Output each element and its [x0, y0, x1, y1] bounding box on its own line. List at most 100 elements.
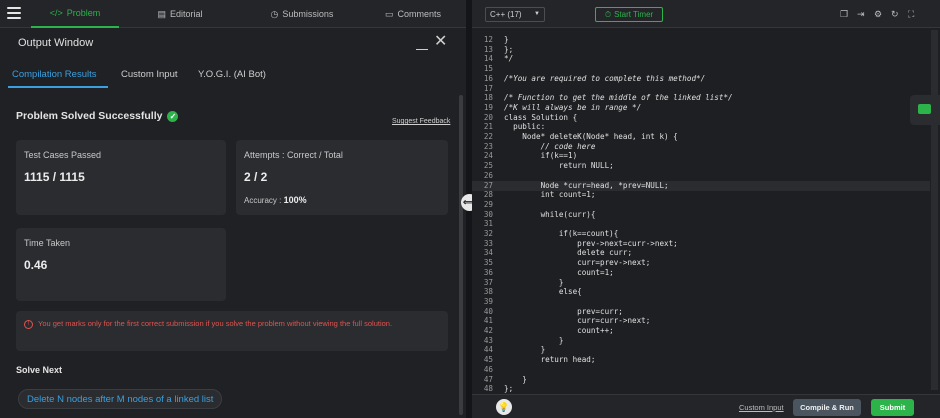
line-number: 17 [483, 83, 493, 93]
tab-compilation-results[interactable]: Compilation Results [12, 62, 96, 86]
code-line[interactable]: 15 [472, 64, 930, 74]
code-line[interactable]: 20 class Solution { [472, 113, 930, 123]
code-line[interactable]: 12} [472, 35, 930, 45]
time-taken-card: Time Taken 0.46 [16, 228, 226, 301]
info-icon: ! [24, 320, 33, 329]
tab-custom-input[interactable]: Custom Input [121, 62, 178, 86]
tab-label: Submissions [282, 9, 334, 19]
copy-icon[interactable]: ❐ [840, 9, 848, 20]
line-code: } [504, 277, 564, 287]
tab-comments[interactable]: ▭ Comments [382, 0, 444, 28]
minimize-icon[interactable] [416, 36, 428, 50]
solve-next-link[interactable]: Delete N nodes after M nodes of a linked… [18, 389, 223, 409]
status-text: Problem Solved Successfully [16, 110, 163, 122]
code-line[interactable]: 27 Node *curr=head, *prev=NULL; [472, 180, 930, 191]
line-number: 22 [483, 132, 493, 141]
code-line[interactable]: 18 /* Function to get the middle of the l… [472, 93, 930, 103]
line-number: 44 [483, 345, 493, 355]
line-code: curr=curr->next; [504, 316, 651, 326]
app-root: </> Problem ▤ Editorial ◷ Submissions ▭ … [0, 0, 940, 418]
submit-button[interactable]: Submit [871, 399, 914, 416]
code-line[interactable]: 21 public: [472, 122, 930, 132]
code-line[interactable]: 33 prev->next=curr->next; [472, 239, 930, 249]
line-code: } [504, 35, 509, 44]
chat-button[interactable] [910, 95, 940, 125]
code-line[interactable]: 13}; [472, 45, 930, 55]
hamburger-icon[interactable] [7, 7, 21, 20]
code-line[interactable]: 28 int count=1; [472, 190, 930, 200]
line-number: 30 [483, 209, 493, 219]
tab-submissions[interactable]: ◷ Submissions [262, 0, 342, 28]
code-line[interactable]: 29 [472, 200, 930, 210]
line-number: 15 [483, 64, 493, 74]
tab-editorial[interactable]: ▤ Editorial [150, 0, 210, 28]
line-code: class Solution { [504, 112, 578, 122]
code-line[interactable]: 32 if(k==count){ [472, 229, 930, 239]
code-line[interactable]: 34 delete curr; [472, 248, 930, 258]
code-line[interactable]: 45 return head; [472, 355, 930, 365]
tab-problem[interactable]: </> Problem [31, 0, 119, 28]
accuracy-line: Accuracy : 100% [244, 195, 307, 205]
suggest-feedback-link[interactable]: Suggest Feedback [392, 118, 450, 125]
code-line[interactable]: 38 else{ [472, 287, 930, 297]
line-code: } [504, 335, 564, 345]
line-number: 33 [483, 238, 493, 248]
settings-icon[interactable]: ⚙ [874, 9, 882, 20]
tab-label: Editorial [170, 9, 203, 19]
close-icon[interactable]: ✕ [434, 33, 447, 51]
line-code: Node* deleteK(Node* head, int k) { [504, 132, 678, 141]
time-taken-label: Time Taken [24, 238, 71, 248]
code-line[interactable]: 22 Node* deleteK(Node* head, int k) { [472, 132, 930, 142]
line-number: 25 [483, 161, 493, 171]
editor-scrollbar[interactable] [931, 30, 938, 390]
line-code: */ [504, 54, 514, 64]
line-code: return NULL; [504, 161, 614, 171]
code-line[interactable]: 48}; [472, 384, 930, 394]
code-line[interactable]: 36 count=1; [472, 268, 930, 278]
code-line[interactable]: 35 curr=prev->next; [472, 258, 930, 268]
start-timer-button[interactable]: ⏱ Start Timer [595, 7, 663, 22]
code-line[interactable]: 24 if(k==1) [472, 151, 930, 161]
code-line[interactable]: 42 count++; [472, 326, 930, 336]
reset-icon[interactable]: ↻ [891, 9, 899, 20]
top-nav: </> Problem ▤ Editorial ◷ Submissions ▭ … [0, 0, 466, 28]
code-line[interactable]: 39 [472, 297, 930, 307]
export-icon[interactable]: ⇥ [857, 9, 865, 20]
active-tab-indicator [8, 86, 108, 88]
code-line[interactable]: 46 [472, 365, 930, 375]
code-line[interactable]: 30 while(curr){ [472, 210, 930, 220]
code-line[interactable]: 25 return NULL; [472, 161, 930, 171]
compile-run-button[interactable]: Compile & Run [793, 399, 861, 416]
code-line[interactable]: 43 } [472, 336, 930, 346]
code-line[interactable]: 26 [472, 171, 930, 181]
accuracy-label: Accuracy : [244, 196, 282, 205]
line-code: return head; [504, 355, 596, 365]
line-code: /* Function to get the middle of the lin… [504, 93, 733, 103]
line-code: /*K will always be in range */ [504, 102, 642, 112]
code-line[interactable]: 16 /*You are required to complete this me… [472, 74, 930, 84]
code-line[interactable]: 17 [472, 84, 930, 94]
line-number: 16 [483, 73, 493, 83]
tab-yogi-ai-bot[interactable]: Y.O.G.I. (AI Bot) [198, 62, 266, 86]
tab-label: Comments [397, 9, 442, 19]
code-line[interactable]: 40 prev=curr; [472, 307, 930, 317]
code-line[interactable]: 23 // code here [472, 142, 930, 152]
language-select[interactable]: C++ (17) ▼ [485, 7, 545, 22]
output-scrollbar[interactable] [459, 95, 463, 415]
code-line[interactable]: 37 } [472, 278, 930, 288]
code-editor[interactable]: 12} 13}; 14 */15 16/*You are required to com… [472, 28, 930, 394]
code-line[interactable]: 47 } [472, 375, 930, 385]
line-code: prev=curr; [504, 306, 623, 316]
lightbulb-icon[interactable]: 💡 [496, 399, 512, 415]
test-cases-label: Test Cases Passed [24, 150, 102, 160]
custom-input-link[interactable]: Custom Input [739, 403, 784, 412]
code-line[interactable]: 41 curr=curr->next; [472, 316, 930, 326]
code-line[interactable]: 44 } [472, 345, 930, 355]
chat-icon [918, 104, 931, 114]
code-line[interactable]: 14 */ [472, 54, 930, 64]
fullscreen-icon[interactable]: ⛶ [908, 9, 914, 20]
line-number: 36 [483, 267, 493, 277]
code-line[interactable]: 31 [472, 219, 930, 229]
line-number: 32 [483, 229, 493, 238]
code-line[interactable]: 19 /*K will always be in range */ [472, 103, 930, 113]
